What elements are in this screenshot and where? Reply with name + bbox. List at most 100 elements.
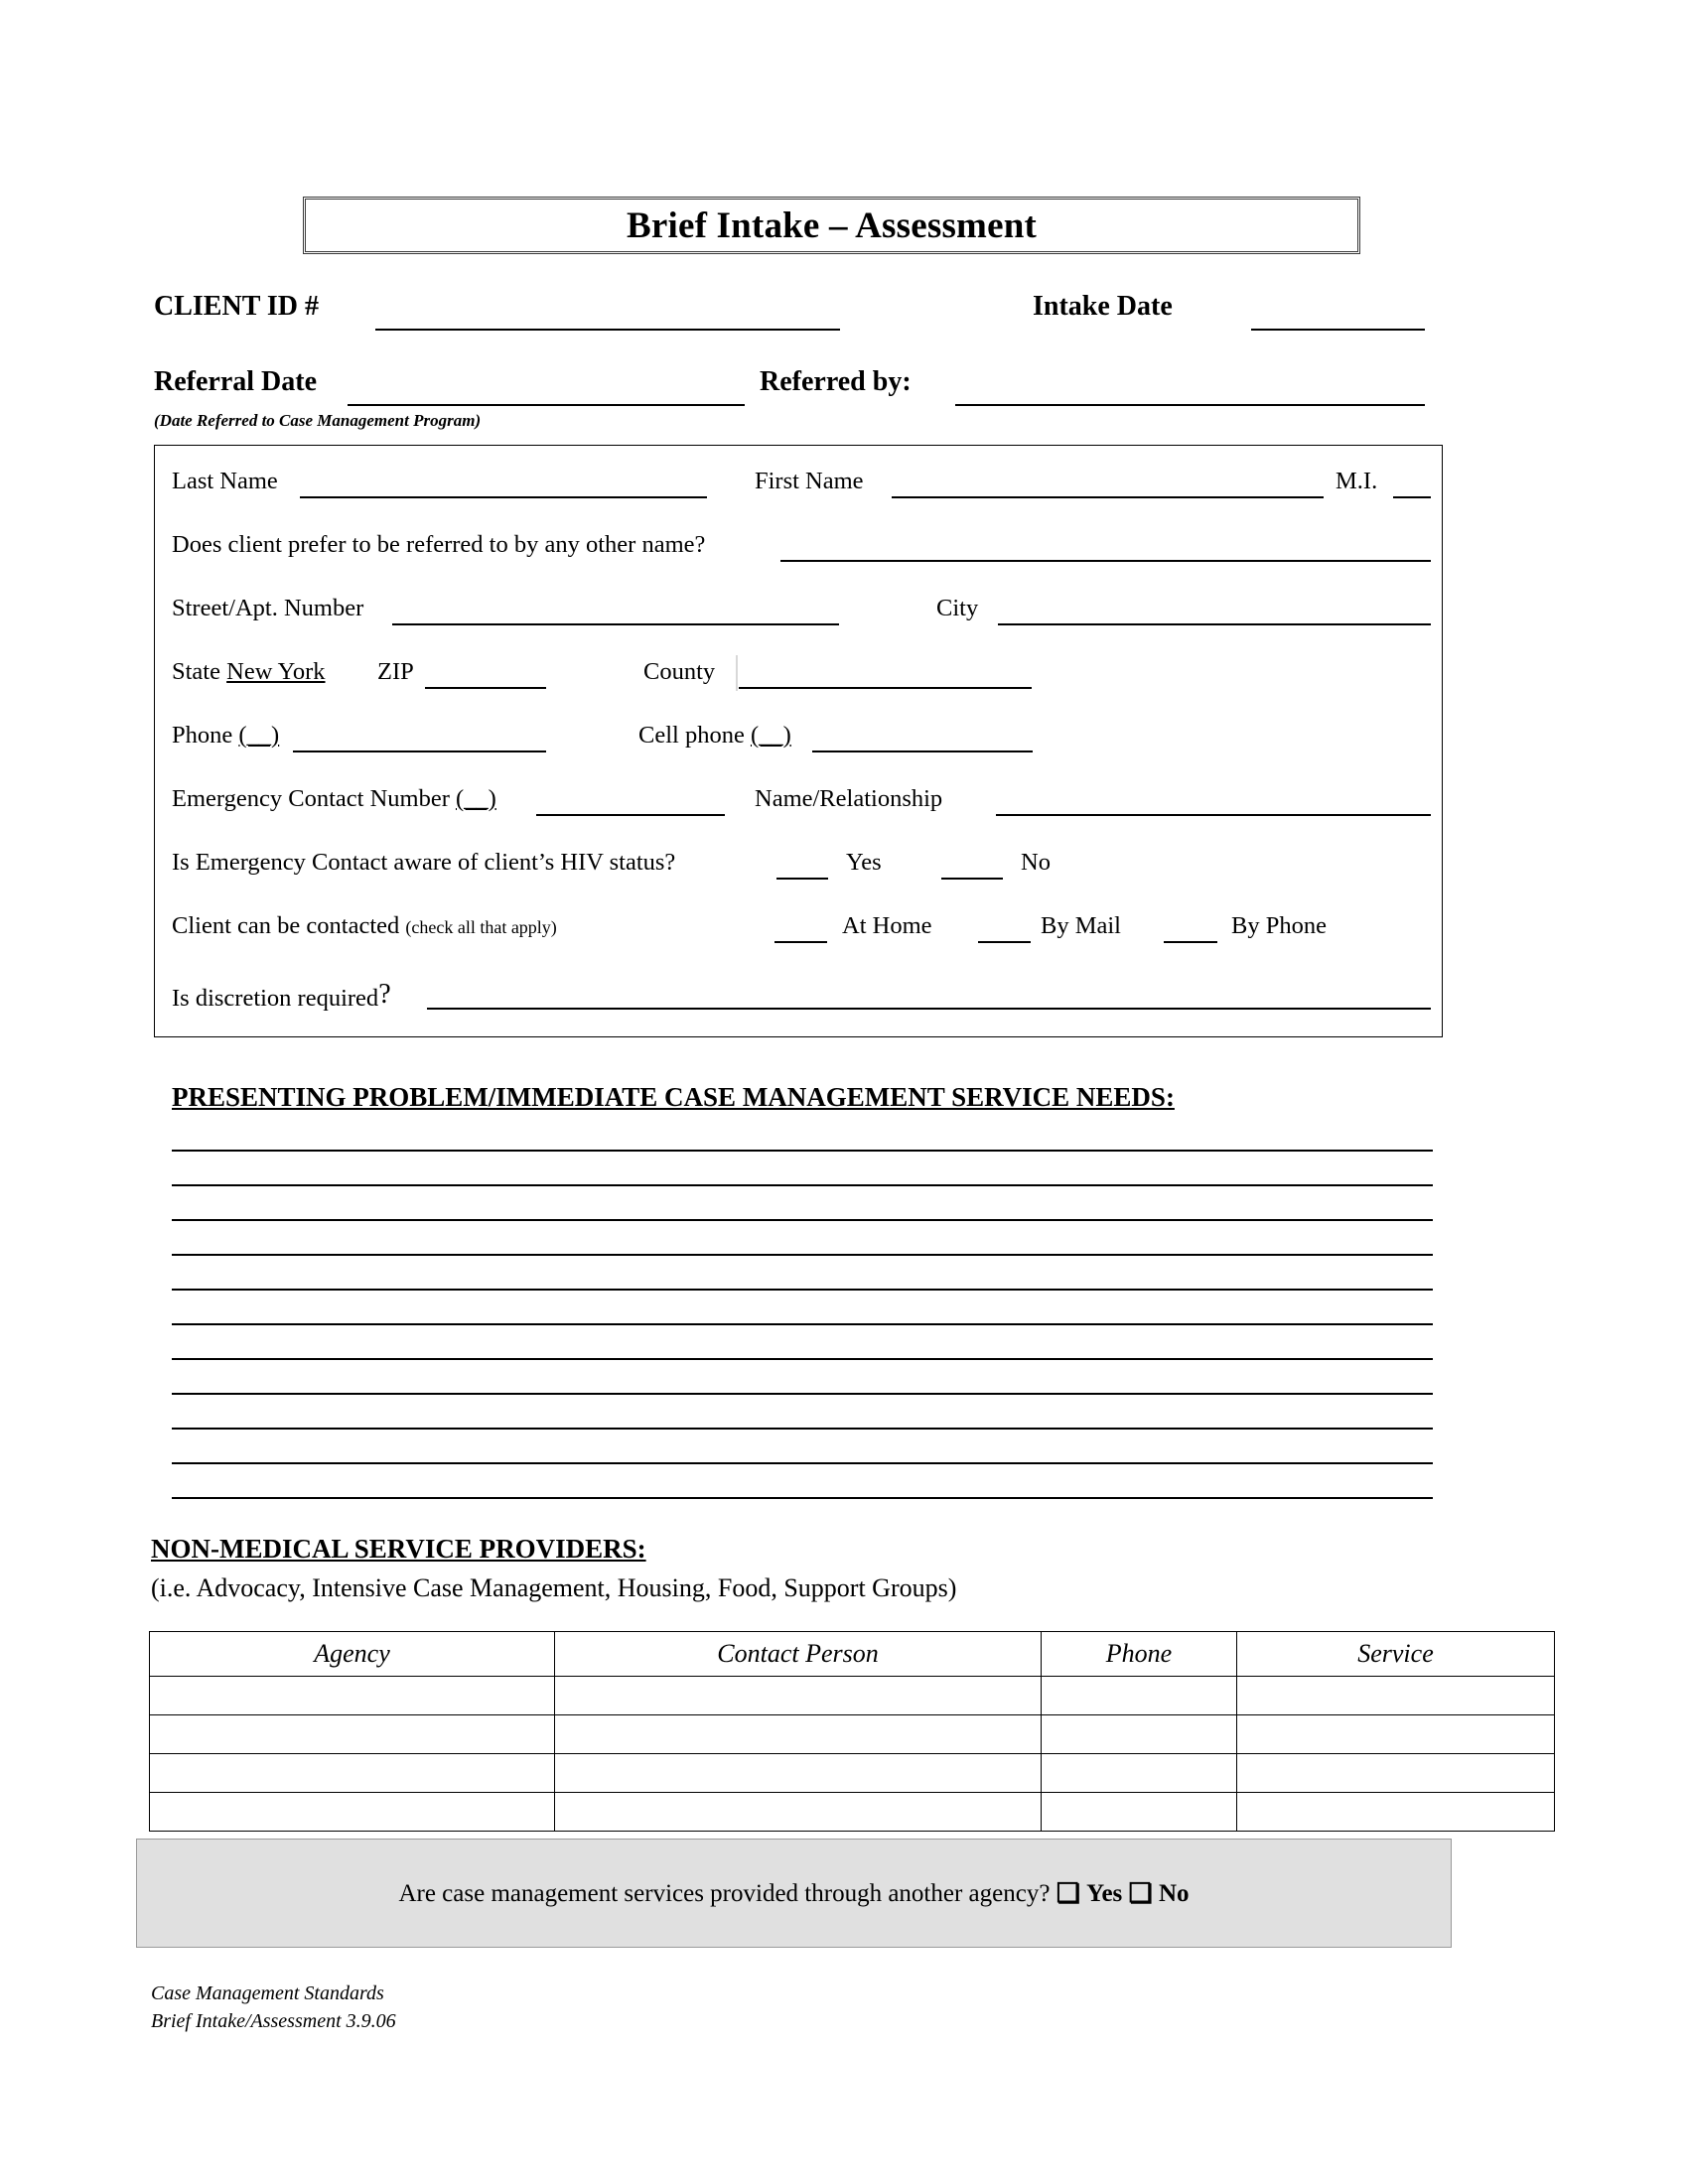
page-title: Brief Intake – Assessment [626,205,1037,246]
cell-service[interactable] [1236,1753,1555,1793]
referral-date-label: Referral Date [154,366,318,397]
phone-input[interactable] [293,751,546,752]
first-name-label: First Name [755,468,864,494]
phone-field: Phone (__) [172,722,279,749]
state-label: State [172,658,220,685]
presenting-problem-line[interactable] [172,1184,1433,1186]
non-medical-providers-heading: NON-MEDICAL SERVICE PROVIDERS: [151,1534,646,1564]
presenting-problem-heading: PRESENTING PROBLEM/IMMEDIATE CASE MANAGE… [172,1082,1175,1112]
discretion-field: Is discretion required? [172,981,391,1012]
column-header-service: Service [1236,1631,1555,1677]
cell-phone[interactable] [1041,1714,1237,1754]
checkbox-no-icon[interactable]: ❏ [1129,1878,1153,1908]
cell-agency[interactable] [149,1792,555,1832]
presenting-problem-line[interactable] [172,1462,1433,1464]
cell-contact[interactable] [554,1753,1042,1793]
contact-by-phone-blank[interactable] [1164,941,1217,943]
cell-area-code[interactable]: (__) [751,722,791,749]
contact-at-home-label: At Home [842,912,932,939]
discretion-input[interactable] [427,1008,1431,1010]
cell-phone[interactable] [1041,1753,1237,1793]
first-name-input[interactable] [892,496,1324,498]
non-medical-providers-subheading: (i.e. Advocacy, Intensive Case Managemen… [151,1573,957,1602]
name-relationship-label: Name/Relationship [755,785,943,812]
city-label: City [936,595,979,621]
hiv-yes-blank[interactable] [776,878,828,880]
non-medical-providers-table: Agency Contact Person Phone Service [149,1631,1555,1832]
zip-label: ZIP [377,658,414,685]
contact-by-mail-blank[interactable] [978,941,1031,943]
client-id-input[interactable] [375,329,840,331]
cell-phone-label: Cell phone [638,722,745,749]
presenting-problem-line[interactable] [172,1358,1433,1360]
column-header-contact: Contact Person [554,1631,1042,1677]
intake-date-input[interactable] [1251,329,1425,331]
referral-date-note: (Date Referred to Case Management Progra… [154,411,482,430]
street-input[interactable] [392,623,839,625]
checkbox-yes-icon[interactable]: ❏ [1056,1878,1080,1908]
hiv-no-label: No [1021,849,1051,876]
emergency-area-code[interactable]: (__) [456,785,496,812]
middle-initial-label: M.I. [1336,468,1378,494]
cell-phone-field: Cell phone (__) [638,722,791,749]
contact-method-field: Client can be contacted (check all that … [172,912,557,939]
emergency-contact-label: Emergency Contact Number [172,785,450,812]
another-agency-no-label: No [1158,1879,1190,1907]
another-agency-banner: Are case management services provided th… [136,1839,1452,1948]
cell-service[interactable] [1236,1792,1555,1832]
table-header-row: Agency Contact Person Phone Service [149,1631,1555,1677]
table-row [149,1714,1555,1754]
footer-line-1: Case Management Standards [151,1982,384,2004]
contact-by-phone-label: By Phone [1231,912,1327,939]
emergency-contact-input[interactable] [536,814,725,816]
cell-contact[interactable] [554,1792,1042,1832]
cell-agency[interactable] [149,1753,555,1793]
cell-phone[interactable] [1041,1676,1237,1715]
presenting-problem-line[interactable] [172,1289,1433,1291]
presenting-problem-line[interactable] [172,1428,1433,1430]
cell-service[interactable] [1236,1676,1555,1715]
preferred-name-input[interactable] [780,560,1431,562]
column-header-agency: Agency [149,1631,555,1677]
city-input[interactable] [998,623,1431,625]
presenting-problem-line[interactable] [172,1323,1433,1325]
presenting-problem-line[interactable] [172,1219,1433,1221]
cell-contact[interactable] [554,1676,1042,1715]
client-id-label: CLIENT ID # [154,291,319,322]
referred-by-input[interactable] [955,404,1425,406]
presenting-problem-line[interactable] [172,1150,1433,1152]
footer-line-2: Brief Intake/Assessment 3.9.06 [151,2010,396,2032]
presenting-problem-line[interactable] [172,1254,1433,1256]
contact-at-home-blank[interactable] [774,941,827,943]
hiv-no-blank[interactable] [941,878,1003,880]
last-name-input[interactable] [300,496,707,498]
intake-date-label: Intake Date [1033,291,1173,322]
phone-area-code[interactable]: (__) [238,722,279,749]
cell-service[interactable] [1236,1714,1555,1754]
cell-agency[interactable] [149,1676,555,1715]
county-label: County [643,658,716,685]
cell-phone[interactable] [1041,1792,1237,1832]
middle-initial-input[interactable] [1393,496,1431,498]
cell-phone-input[interactable] [812,751,1033,752]
preferred-name-label: Does client prefer to be referred to by … [172,531,706,558]
hiv-yes-label: Yes [846,849,882,876]
zip-input[interactable] [425,687,546,689]
phone-label: Phone [172,722,233,749]
cell-contact[interactable] [554,1714,1042,1754]
referral-date-input[interactable] [348,404,745,406]
another-agency-question: Are case management services provided th… [398,1879,1051,1907]
name-relationship-input[interactable] [996,814,1431,816]
state-value: New York [226,658,326,685]
cell-agency[interactable] [149,1714,555,1754]
county-cursor-mark [736,655,738,691]
county-input[interactable] [739,687,1032,689]
street-label: Street/Apt. Number [172,595,364,621]
contact-label: Client can be contacted [172,912,400,939]
presenting-problem-line[interactable] [172,1497,1433,1499]
table-row [149,1676,1555,1715]
contact-note: (check all that apply) [405,917,557,937]
discretion-label: Is discretion required [172,985,379,1012]
presenting-problem-line[interactable] [172,1393,1433,1395]
discretion-qmark: ? [378,979,391,1010]
